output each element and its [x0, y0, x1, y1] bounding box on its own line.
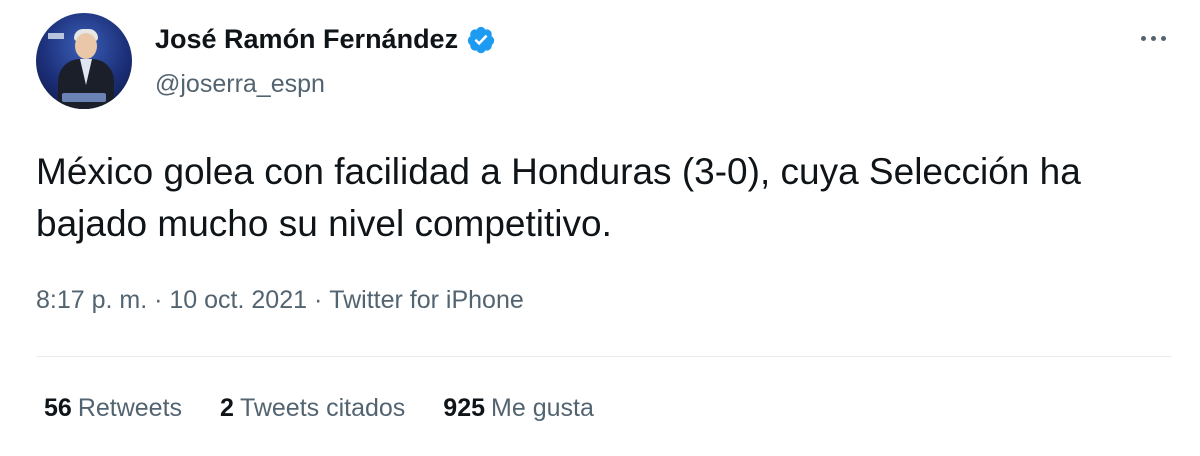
tweet-source[interactable]: Twitter for iPhone	[329, 286, 524, 315]
meta-separator: ·	[307, 286, 330, 314]
tweet-text: México golea con facilidad a Honduras (3…	[36, 151, 1081, 244]
tweet-meta: 8:17 p. m. · 10 oct. 2021 · Twitter for …	[36, 286, 524, 315]
verified-badge-icon	[467, 26, 495, 53]
quote-tweets-stat[interactable]: 2 Tweets citados	[220, 394, 405, 423]
avatar-badge	[62, 93, 106, 102]
quote-tweets-count: 2	[220, 394, 234, 422]
author-row: José Ramón Fernández	[155, 24, 496, 55]
more-options-icon[interactable]	[1132, 24, 1174, 52]
meta-separator: ·	[147, 286, 170, 314]
author-name[interactable]: José Ramón Fernández	[155, 24, 458, 55]
dot	[1160, 35, 1166, 41]
tweet-stats: 56 Retweets 2 Tweets citados 925 Me gust…	[44, 394, 632, 423]
tweet-time[interactable]: 8:17 p. m.	[36, 286, 147, 315]
likes-label: Me gusta	[491, 394, 594, 422]
dot	[1140, 35, 1146, 41]
dot	[1150, 35, 1156, 41]
quote-tweets-label: Tweets citados	[239, 394, 406, 422]
divider	[36, 356, 1172, 357]
avatar-head	[75, 33, 97, 59]
retweets-count: 56	[44, 394, 72, 422]
avatar[interactable]	[36, 13, 132, 109]
avatar-logo	[48, 33, 64, 39]
likes-stat[interactable]: 925 Me gusta	[443, 394, 594, 423]
likes-count: 925	[443, 394, 486, 422]
retweets-stat[interactable]: 56 Retweets	[44, 394, 182, 423]
retweets-label: Retweets	[77, 394, 183, 422]
tweet-date[interactable]: 10 oct. 2021	[169, 286, 307, 315]
author-handle[interactable]: @joserra_espn	[155, 70, 325, 99]
